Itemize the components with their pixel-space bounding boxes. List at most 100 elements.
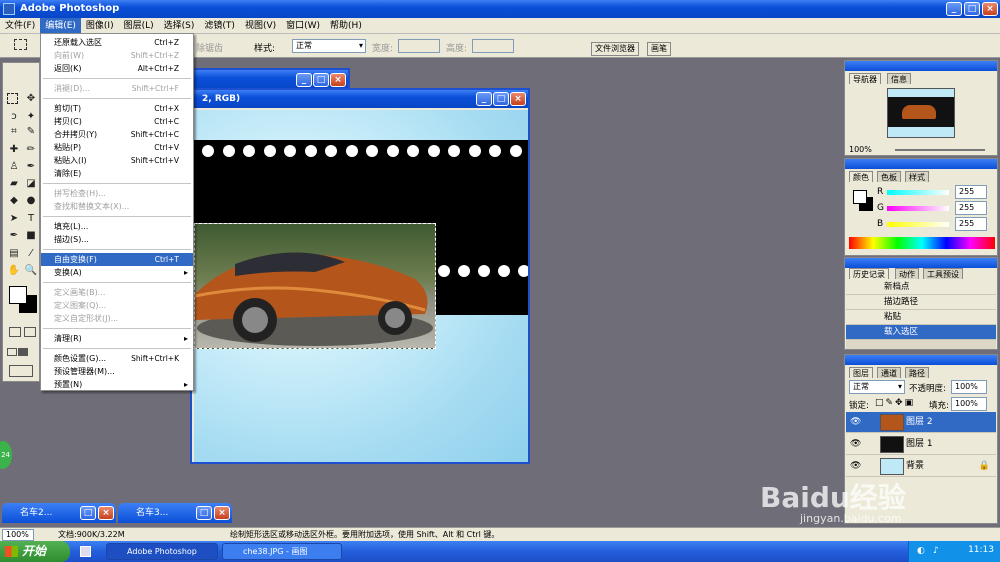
tab-actions[interactable]: 动作 bbox=[895, 268, 919, 279]
blend-mode-select[interactable]: 正常 ▾ bbox=[849, 380, 905, 394]
canvas[interactable] bbox=[194, 110, 528, 462]
height-field[interactable] bbox=[472, 39, 514, 53]
maximize-icon[interactable]: □ bbox=[493, 92, 509, 106]
quickmask-icon[interactable] bbox=[9, 327, 21, 337]
g-slider[interactable] bbox=[887, 206, 949, 211]
layer-row-2[interactable]: 👁 图层 2 bbox=[846, 412, 996, 433]
menu-item[interactable]: 还原载入选区 Ctrl+Z bbox=[41, 36, 193, 49]
eraser-tool-icon[interactable]: ▰ bbox=[7, 177, 21, 191]
quicklaunch-icon[interactable] bbox=[80, 546, 91, 557]
tab-tool-presets[interactable]: 工具预设 bbox=[923, 268, 963, 279]
zoom-slider[interactable] bbox=[895, 149, 985, 151]
taskbar-item-paint[interactable]: che38.JPG - 画图 bbox=[222, 543, 342, 560]
menu-item[interactable]: 拷贝(C) Ctrl+C bbox=[41, 115, 193, 128]
crop-tool-icon[interactable]: ⌗ bbox=[7, 125, 21, 139]
shape-tool-icon[interactable]: ■ bbox=[24, 229, 38, 243]
menu-help[interactable]: 帮助(H) bbox=[325, 18, 367, 34]
opacity-field[interactable]: 100% bbox=[951, 380, 987, 394]
eye-icon[interactable]: 👁 bbox=[850, 412, 861, 433]
minimize-icon[interactable]: _ bbox=[946, 2, 962, 16]
magic-wand-icon[interactable]: ✦ bbox=[24, 110, 38, 124]
menu-item[interactable]: 预设管理器(M)... bbox=[41, 365, 193, 378]
r-slider[interactable] bbox=[887, 190, 949, 195]
minimize-icon[interactable]: _ bbox=[476, 92, 492, 106]
close-icon[interactable]: × bbox=[330, 73, 346, 87]
notes-tool-icon[interactable]: ▤ bbox=[7, 247, 21, 261]
menu-view[interactable]: 视图(V) bbox=[240, 18, 281, 34]
tray-icon[interactable]: ◐ bbox=[917, 546, 925, 556]
menu-edit[interactable]: 编辑(E) bbox=[40, 18, 81, 34]
tab-styles[interactable]: 样式 bbox=[905, 171, 929, 182]
volume-icon[interactable]: ♪ bbox=[933, 546, 939, 556]
layer-row-background[interactable]: 👁 背景 🔒 bbox=[846, 456, 996, 477]
healing-brush-icon[interactable]: ✚ bbox=[7, 143, 21, 157]
minimized-window-2[interactable]: 名车3... □ × bbox=[118, 503, 232, 523]
tab-channels[interactable]: 通道 bbox=[877, 367, 901, 378]
tab-history[interactable]: 历史记录 bbox=[849, 268, 889, 279]
history-brush-icon[interactable]: ✒ bbox=[24, 160, 38, 174]
stamp-tool-icon[interactable]: ♙ bbox=[7, 160, 21, 174]
menu-item[interactable]: 变换(A) ▸ bbox=[41, 266, 193, 279]
minimized-window-1[interactable]: 名车2... □ × bbox=[2, 503, 116, 523]
menu-item[interactable]: 清除(E) bbox=[41, 167, 193, 180]
history-item-selected[interactable]: 载入选区 bbox=[846, 325, 996, 340]
screen-mode-full-icon[interactable] bbox=[18, 348, 28, 356]
width-field[interactable] bbox=[398, 39, 440, 53]
move-tool-icon[interactable]: ✥ bbox=[24, 92, 38, 106]
menu-window[interactable]: 窗口(W) bbox=[281, 18, 325, 34]
menu-file[interactable]: 文件(F) bbox=[0, 18, 40, 34]
foreground-color-swatch[interactable] bbox=[9, 286, 27, 304]
eye-icon[interactable]: 👁 bbox=[850, 456, 861, 477]
menu-item[interactable]: 预置(N) ▸ bbox=[41, 378, 193, 391]
menu-item[interactable]: 描边(S)... bbox=[41, 233, 193, 246]
style-select[interactable]: 正常 ▾ bbox=[292, 39, 366, 53]
lasso-tool-icon[interactable]: ↄ bbox=[7, 110, 21, 124]
lock-icons[interactable]: □✎✥▣ bbox=[875, 398, 915, 408]
fill-field[interactable]: 100% bbox=[951, 397, 987, 411]
status-doc-size[interactable]: 文档:900K/3.22M bbox=[58, 528, 125, 541]
brush-tool-icon[interactable]: ✏ bbox=[24, 143, 38, 157]
maximize-icon[interactable]: □ bbox=[313, 73, 329, 87]
menu-item[interactable]: 清理(R) ▸ bbox=[41, 332, 193, 345]
navigator-zoom[interactable]: 100% bbox=[849, 145, 872, 154]
menu-item[interactable]: 自由变换(F) Ctrl+T bbox=[41, 253, 193, 266]
menu-item[interactable]: 剪切(T) Ctrl+X bbox=[41, 102, 193, 115]
marquee-tool-icon[interactable] bbox=[14, 39, 27, 50]
color-fg-swatch[interactable] bbox=[853, 190, 867, 204]
r-field[interactable]: 255 bbox=[955, 185, 987, 199]
close-icon[interactable]: × bbox=[214, 506, 230, 520]
tab-paths[interactable]: 路径 bbox=[905, 367, 929, 378]
menu-item[interactable]: 粘贴(P) Ctrl+V bbox=[41, 141, 193, 154]
menu-select[interactable]: 选择(S) bbox=[159, 18, 200, 34]
tab-navigator[interactable]: 导航器 bbox=[849, 73, 881, 84]
eye-icon[interactable]: 👁 bbox=[850, 434, 861, 455]
slice-tool-icon[interactable]: ✎ bbox=[24, 125, 38, 139]
menu-image[interactable]: 图像(I) bbox=[81, 18, 119, 34]
tab-file-browser[interactable]: 文件浏览器 bbox=[591, 42, 639, 56]
layer-row-1[interactable]: 👁 图层 1 bbox=[846, 434, 996, 455]
type-tool-icon[interactable]: T bbox=[24, 212, 38, 226]
blur-tool-icon[interactable]: ◆ bbox=[7, 194, 21, 208]
b-field[interactable]: 255 bbox=[955, 217, 987, 231]
history-item[interactable]: 描边路径 bbox=[846, 295, 996, 310]
menu-item[interactable]: 粘贴入(I) Shift+Ctrl+V bbox=[41, 154, 193, 167]
close-icon[interactable]: × bbox=[982, 2, 998, 16]
menu-item[interactable]: 颜色设置(G)... Shift+Ctrl+K bbox=[41, 352, 193, 365]
eyedropper-icon[interactable]: ⁄ bbox=[24, 247, 38, 261]
minimize-icon[interactable]: _ bbox=[296, 73, 312, 87]
bucket-tool-icon[interactable]: ◪ bbox=[24, 177, 38, 191]
menu-item[interactable]: 填充(L)... bbox=[41, 220, 193, 233]
dodge-tool-icon[interactable]: ● bbox=[24, 194, 38, 208]
maximize-icon[interactable]: □ bbox=[964, 2, 980, 16]
b-slider[interactable] bbox=[887, 222, 949, 227]
history-item[interactable]: 新档点 bbox=[846, 280, 996, 295]
taskbar-item-photoshop[interactable]: Adobe Photoshop bbox=[106, 543, 218, 560]
jump-to-imageready-icon[interactable] bbox=[9, 365, 33, 377]
zoom-tool-icon[interactable]: 🔍 bbox=[24, 264, 38, 278]
screen-mode-icon[interactable] bbox=[7, 348, 17, 356]
marquee-tool-icon[interactable] bbox=[7, 93, 18, 104]
menu-layer[interactable]: 图层(L) bbox=[119, 18, 159, 34]
pen-tool-icon[interactable]: ✒ bbox=[7, 229, 21, 243]
menu-item[interactable]: 合并拷贝(Y) Shift+Ctrl+C bbox=[41, 128, 193, 141]
hand-tool-icon[interactable]: ✋ bbox=[7, 264, 21, 278]
